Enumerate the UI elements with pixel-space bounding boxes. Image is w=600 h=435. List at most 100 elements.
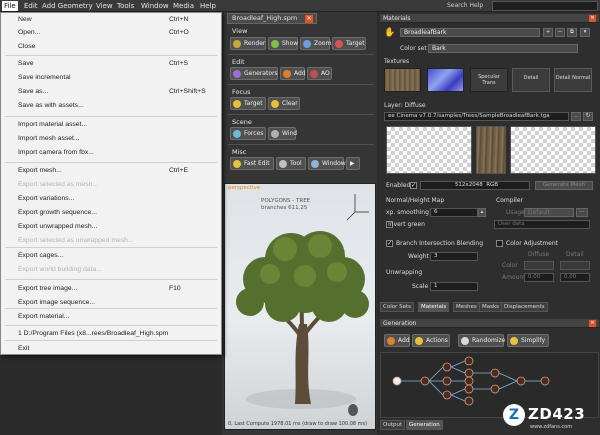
- file-menu-item[interactable]: Exit: [1, 344, 221, 356]
- menu-item-label: 1 D:/Program Files (x8...rees/Broadleaf_…: [18, 330, 169, 337]
- menu-add-geometry[interactable]: Add Geometry: [40, 1, 95, 11]
- add-button[interactable]: Add: [280, 67, 306, 80]
- close-tab-icon[interactable]: ✕: [305, 15, 313, 23]
- smoothing-value: 6: [434, 209, 438, 215]
- file-menu-item[interactable]: Import camera from fbx...: [1, 148, 221, 160]
- file-menu-item[interactable]: Close: [1, 42, 221, 54]
- material-select[interactable]: BroadleafBark: [400, 28, 540, 37]
- simplify-button[interactable]: Simplify: [507, 334, 549, 347]
- file-menu-item[interactable]: Open... Ctrl+O: [1, 28, 221, 40]
- file-menu-item[interactable]: Export unwrapped mesh...: [1, 222, 221, 234]
- tab-meshes[interactable]: Meshes: [453, 302, 480, 312]
- texture-path-field[interactable]: ee Cinema v7.0.7/samples/Trees/SampleBro…: [384, 112, 569, 121]
- diffuse-texture-thumb[interactable]: [384, 68, 421, 92]
- detail-amount-input[interactable]: 0.00: [560, 273, 590, 282]
- detail-normal-texture-button[interactable]: Detail Normal: [554, 68, 592, 92]
- file-menu-item[interactable]: Export image sequence...: [1, 298, 221, 310]
- window-button[interactable]: Window: [308, 157, 346, 170]
- color-set-select[interactable]: Bark: [428, 44, 578, 53]
- eye-icon: [271, 40, 279, 48]
- tab-color-sets[interactable]: Color Sets: [380, 302, 415, 312]
- menu-edit[interactable]: Edit: [22, 1, 40, 11]
- usage-select[interactable]: Default: [524, 208, 574, 217]
- file-menu-item[interactable]: Save as... Ctrl+Shift+S: [1, 87, 221, 99]
- copy-material-button[interactable]: ⧉: [567, 28, 577, 37]
- focus-clear-button[interactable]: Clear: [268, 97, 300, 110]
- randomize-button[interactable]: Randomize: [458, 334, 505, 347]
- browse-button[interactable]: …: [571, 112, 581, 121]
- menu-view[interactable]: View: [94, 1, 115, 11]
- smoothing-spinner[interactable]: ▴: [478, 208, 486, 217]
- ao-button[interactable]: AO: [307, 67, 332, 80]
- close-panel-icon[interactable]: ✕: [589, 15, 596, 22]
- file-menu-item[interactable]: Export material...: [1, 312, 221, 324]
- close-panel-icon[interactable]: ✕: [589, 320, 596, 327]
- wind-button[interactable]: Wind: [268, 127, 297, 140]
- refresh-icon[interactable]: ↻: [583, 112, 593, 121]
- material-options-button[interactable]: ▾: [580, 28, 590, 37]
- file-menu-item[interactable]: Export variations...: [1, 194, 221, 206]
- diffuse-color-swatch[interactable]: [524, 261, 554, 270]
- tab-generation[interactable]: Generation: [406, 420, 443, 430]
- generate-mesh-button[interactable]: Generate Mesh: [535, 181, 593, 190]
- hand-icon[interactable]: ✋: [384, 28, 395, 38]
- generators-button[interactable]: Generators: [230, 67, 278, 80]
- file-menu-item[interactable]: Import material asset...: [1, 120, 221, 132]
- weight-label: Weight: [408, 253, 429, 260]
- file-menu-item[interactable]: Export tree image... F10: [1, 284, 221, 296]
- file-menu-item[interactable]: Export mesh... Ctrl+E: [1, 166, 221, 178]
- add-material-button[interactable]: +: [543, 28, 553, 37]
- color-adjustment-checkbox[interactable]: [496, 240, 503, 247]
- smoothing-input[interactable]: 6: [430, 208, 478, 217]
- document-tab[interactable]: Broadleaf_High.spm: [227, 13, 317, 24]
- file-menu-item[interactable]: Save incremental: [1, 73, 221, 85]
- zoom-button[interactable]: Zoom: [300, 37, 331, 50]
- specular-trans-thumb[interactable]: Specular Trans: [470, 68, 508, 92]
- next-arrow-button[interactable]: ▶: [346, 157, 360, 170]
- file-menu-item[interactable]: Save Ctrl+S: [1, 59, 221, 71]
- weight-input[interactable]: 3: [430, 252, 478, 261]
- generation-add-button[interactable]: Add: [384, 334, 410, 347]
- detail-texture-button[interactable]: Detail: [512, 68, 550, 92]
- menu-help[interactable]: Help: [198, 1, 218, 11]
- tab-displacements[interactable]: Displacements: [501, 302, 548, 312]
- file-menu-item[interactable]: New Ctrl+N: [1, 15, 221, 27]
- forces-button[interactable]: Forces: [230, 127, 266, 140]
- user-data-field[interactable]: User data: [494, 220, 590, 229]
- search-help-input[interactable]: [492, 1, 598, 11]
- detail-color-swatch[interactable]: [560, 261, 590, 270]
- remove-material-button[interactable]: −: [555, 28, 565, 37]
- tool-button[interactable]: Tool: [276, 157, 306, 170]
- branch-blending-checkbox[interactable]: ✓: [386, 240, 393, 247]
- menu-window[interactable]: Window: [139, 1, 171, 11]
- fast-edit-button[interactable]: Fast Edit: [230, 157, 274, 170]
- diffuse-amount-input[interactable]: 0.00: [524, 273, 554, 282]
- focus-target-button[interactable]: Target: [230, 97, 266, 110]
- add-label: Add: [294, 70, 306, 77]
- file-menu-item[interactable]: Save as with assets...: [1, 101, 221, 113]
- tab-materials[interactable]: Materials: [418, 302, 450, 312]
- 3d-viewport[interactable]: perspective POLYGONS - TREE branches 611…: [224, 183, 376, 430]
- usage-options-button[interactable]: ⋯: [576, 208, 588, 217]
- actions-button[interactable]: Actions: [412, 334, 450, 347]
- file-menu-item[interactable]: Import mesh asset...: [1, 134, 221, 146]
- menu-separator: [5, 162, 217, 163]
- file-menu-item[interactable]: Export growth sequence...: [1, 208, 221, 220]
- forces-icon: [233, 130, 241, 138]
- target-button[interactable]: Target: [332, 37, 366, 50]
- tab-output[interactable]: Output: [380, 420, 406, 430]
- menu-file[interactable]: File: [2, 1, 18, 11]
- file-menu-item[interactable]: 1 D:/Program Files (x8...rees/Broadleaf_…: [1, 329, 221, 341]
- menu-tools[interactable]: Tools: [115, 1, 136, 11]
- normal-texture-thumb[interactable]: [427, 68, 464, 92]
- polygon-stats-value: branches 611,25: [261, 205, 308, 211]
- menu-media[interactable]: Media: [171, 1, 196, 11]
- arrow-right-icon: ▶: [350, 160, 355, 167]
- scale-input[interactable]: 1: [430, 282, 478, 291]
- show-button[interactable]: Show: [268, 37, 298, 50]
- file-menu-item[interactable]: Export cages...: [1, 251, 221, 263]
- menu-item-label: Export growth sequence...: [18, 209, 97, 216]
- tab-masks[interactable]: Masks: [479, 302, 503, 312]
- render-button[interactable]: Render: [230, 37, 266, 50]
- enabled-checkbox[interactable]: ✓: [410, 182, 417, 189]
